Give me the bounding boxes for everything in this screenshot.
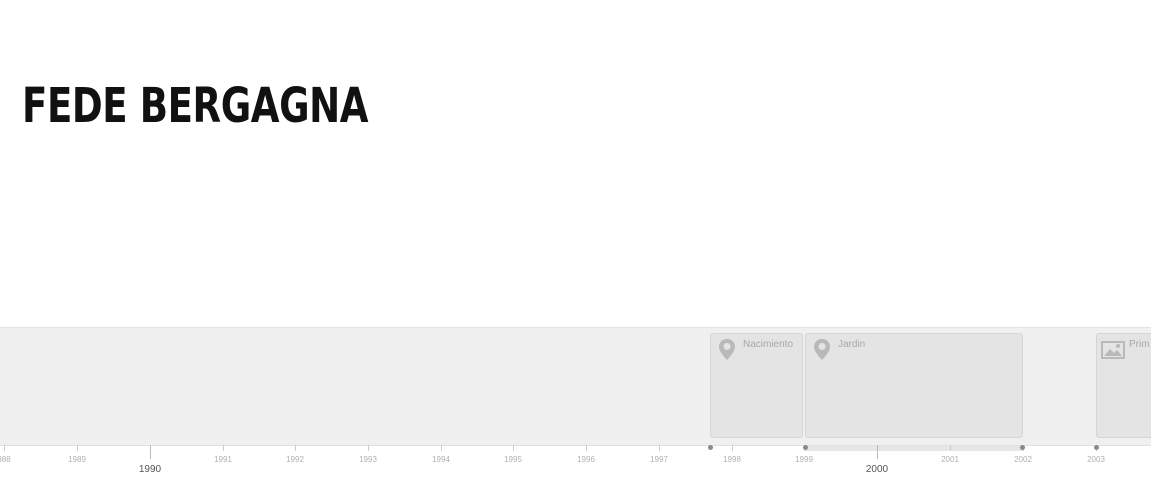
axis-tick bbox=[950, 445, 951, 451]
event-marker[interactable] bbox=[1020, 445, 1025, 450]
event-card-jardin[interactable]: Jardin bbox=[805, 333, 1023, 438]
map-pin-icon bbox=[814, 339, 830, 360]
axis-tick bbox=[513, 445, 514, 451]
event-card-prim[interactable]: Prim bbox=[1096, 333, 1151, 438]
event-card-nacimiento[interactable]: Nacimiento bbox=[710, 333, 803, 438]
year-label: 1998 bbox=[723, 455, 741, 464]
event-label: Nacimiento bbox=[743, 339, 794, 350]
event-label: Prim bbox=[1129, 339, 1150, 350]
axis-tick bbox=[368, 445, 369, 451]
axis-tick-major bbox=[150, 445, 151, 459]
timeline-events-area[interactable]: Nacimiento Jardin Prim bbox=[0, 327, 1151, 446]
axis-tick bbox=[4, 445, 5, 451]
axis-tick bbox=[659, 445, 660, 451]
year-label: 1995 bbox=[504, 455, 522, 464]
axis-tick bbox=[77, 445, 78, 451]
year-label: 2002 bbox=[1014, 455, 1032, 464]
year-label: 988 bbox=[0, 455, 11, 464]
year-label: 1996 bbox=[577, 455, 595, 464]
year-label: 1992 bbox=[286, 455, 304, 464]
image-icon bbox=[1101, 341, 1125, 359]
year-label: 1994 bbox=[432, 455, 450, 464]
year-label: 2003 bbox=[1087, 455, 1105, 464]
page-title: FEDE BERGAGNA bbox=[22, 78, 369, 134]
timeline[interactable]: Nacimiento Jardin Prim 988 1989 19 bbox=[0, 327, 1151, 492]
year-label: 1991 bbox=[214, 455, 232, 464]
axis-tick bbox=[223, 445, 224, 451]
event-label: Jardin bbox=[838, 339, 866, 350]
event-marker[interactable] bbox=[1094, 445, 1099, 450]
year-label: 1997 bbox=[650, 455, 668, 464]
axis-tick bbox=[732, 445, 733, 451]
map-pin-icon bbox=[719, 339, 735, 360]
year-label-major: 2000 bbox=[865, 464, 889, 475]
axis-tick-major bbox=[877, 445, 878, 459]
timeline-axis[interactable]: 988 1989 1990 1991 1992 1993 1994 1995 1… bbox=[0, 445, 1151, 492]
axis-tick bbox=[586, 445, 587, 451]
year-label-major: 1990 bbox=[138, 464, 162, 475]
year-label: 1993 bbox=[359, 455, 377, 464]
year-label: 1989 bbox=[68, 455, 86, 464]
event-marker[interactable] bbox=[803, 445, 808, 450]
event-marker[interactable] bbox=[708, 445, 713, 450]
axis-tick bbox=[295, 445, 296, 451]
axis-tick bbox=[441, 445, 442, 451]
year-label: 2001 bbox=[941, 455, 959, 464]
year-label: 1999 bbox=[795, 455, 813, 464]
era-bar-jardin bbox=[805, 446, 1023, 451]
